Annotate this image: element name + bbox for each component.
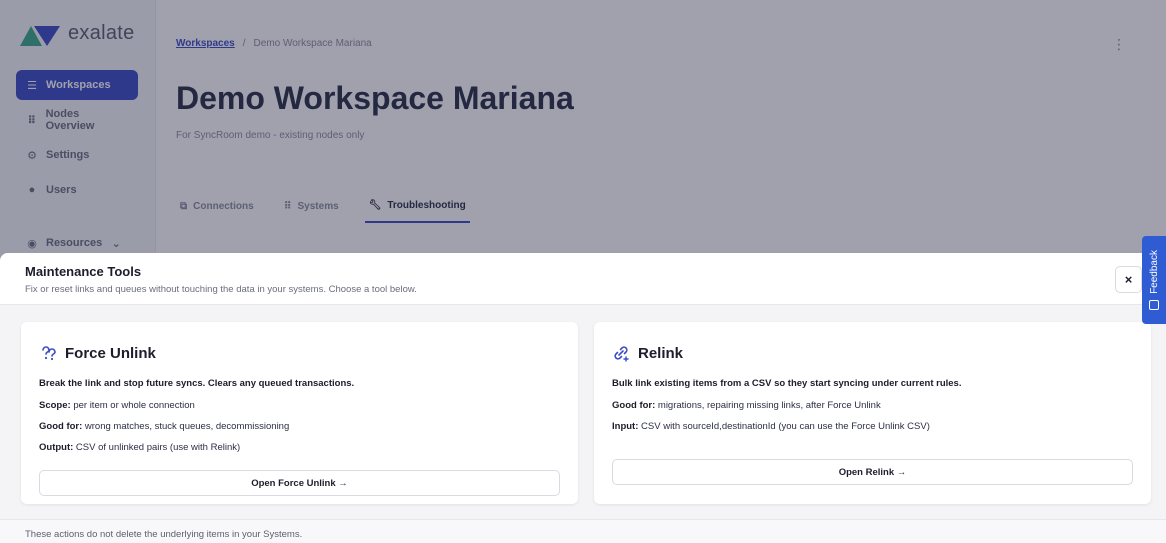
good-for-line: Good for: migrations, repairing missing … <box>612 400 881 411</box>
good-for-label: Good for: <box>612 400 656 411</box>
input-value: CSV with sourceId,destinationId (you can… <box>638 421 930 432</box>
output-label: Output: <box>39 442 74 453</box>
scope-label: Scope: <box>39 400 71 411</box>
force-unlink-card: Force Unlink Break the link and stop fut… <box>21 322 578 504</box>
close-icon: × <box>1124 272 1133 287</box>
feedback-label: Feedback <box>1148 250 1160 294</box>
card-header: Force Unlink <box>39 344 156 362</box>
link-icon <box>612 344 630 362</box>
good-for-label: Good for: <box>39 421 83 432</box>
good-for-value: migrations, repairing missing links, aft… <box>655 400 881 411</box>
scope-value: per item or whole connection <box>70 400 195 411</box>
feedback-icon <box>1149 299 1159 310</box>
feedback-tab[interactable]: Feedback <box>1142 236 1166 324</box>
card-header: Relink <box>612 344 683 362</box>
panel-title: Maintenance Tools <box>25 264 142 279</box>
card-description: Bulk link existing items from a CSV so t… <box>612 378 962 389</box>
panel-footer: These actions do not delete the underlyi… <box>0 519 1166 543</box>
good-for-value: wrong matches, stuck queues, decommissio… <box>82 421 290 432</box>
input-label: Input: <box>612 421 639 432</box>
scope-line: Scope: per item or whole connection <box>39 400 195 411</box>
good-for-line: Good for: wrong matches, stuck queues, d… <box>39 421 289 432</box>
card-title: Relink <box>638 344 684 362</box>
panel-header: Maintenance Tools Fix or reset links and… <box>0 253 1166 305</box>
output-value: CSV of unlinked pairs (use with Relink) <box>73 442 241 453</box>
input-line: Input: CSV with sourceId,destinationId (… <box>612 421 930 432</box>
card-title: Force Unlink <box>65 344 156 362</box>
output-line: Output: CSV of unlinked pairs (use with … <box>39 442 240 453</box>
relink-card: Relink Bulk link existing items from a C… <box>594 322 1151 504</box>
maintenance-tools-panel: Maintenance Tools Fix or reset links and… <box>0 253 1166 543</box>
close-button[interactable]: × <box>1115 266 1142 293</box>
panel-subtitle: Fix or reset links and queues without to… <box>25 284 417 295</box>
open-relink-button[interactable]: Open Relink → <box>612 459 1133 485</box>
footer-note: These actions do not delete the underlyi… <box>25 529 303 540</box>
unlink-icon <box>39 344 57 362</box>
card-description: Break the link and stop future syncs. Cl… <box>39 378 355 389</box>
open-force-unlink-button[interactable]: Open Force Unlink → <box>39 470 560 496</box>
